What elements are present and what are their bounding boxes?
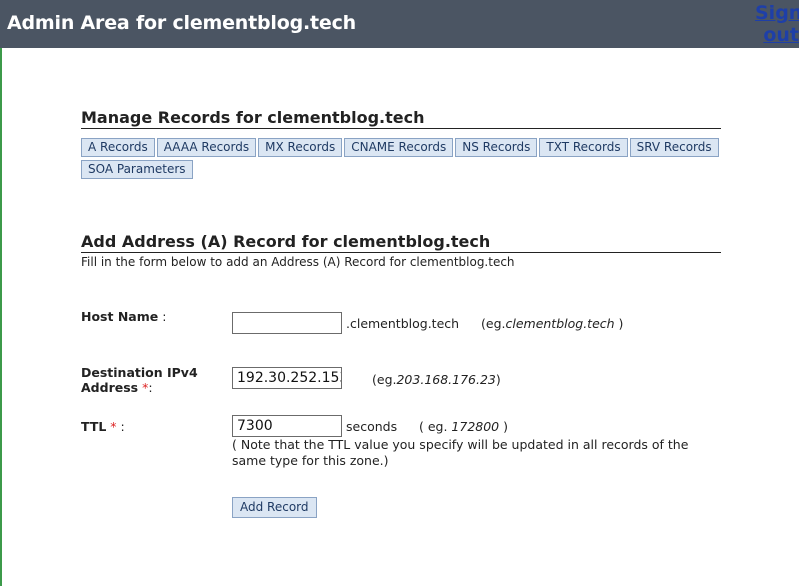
destination-label-line-1: Destination IPv4 (81, 365, 198, 380)
host-name-label-text: Host Name (81, 309, 159, 324)
host-name-label: Host Name : (81, 309, 166, 324)
ns-records-button[interactable]: NS Records (455, 138, 538, 157)
aaaa-records-button[interactable]: AAAA Records (156, 138, 257, 157)
destination-label: Destination IPv4 Address *: (81, 365, 198, 395)
ttl-eg-prefix: ( eg. (419, 419, 452, 434)
add-record-title: Add Address (A) Record for clementblog.t… (81, 232, 721, 253)
host-name-example: (eg.clementblog.tech ) (481, 316, 623, 331)
ttl-eg-suffix: ) (499, 419, 508, 434)
ttl-eg-value: 172800 (451, 419, 500, 434)
admin-header: Admin Area for clementblog.tech Sign out (0, 0, 799, 48)
ttl-colon: : (116, 419, 125, 434)
destination-eg-value: 203.168.176.23 (396, 372, 496, 387)
srv-records-button[interactable]: SRV Records (629, 138, 719, 157)
manage-records-title: Manage Records for clementblog.tech (81, 108, 721, 129)
host-name-domain-suffix: .clementblog.tech (346, 316, 460, 331)
destination-required-mark: * (138, 380, 149, 395)
cname-records-button[interactable]: CNAME Records (344, 138, 454, 157)
txt-records-button[interactable]: TXT Records (539, 138, 628, 157)
destination-ip-input[interactable]: 192.30.252.153 (232, 367, 342, 389)
host-name-input[interactable] (232, 312, 342, 334)
header-title: Admin Area for clementblog.tech (7, 12, 356, 34)
destination-colon: : (148, 380, 153, 395)
destination-eg-prefix: (eg. (372, 372, 397, 387)
ttl-label-text: TTL (81, 419, 107, 434)
destination-label-line-2: Address (81, 380, 139, 395)
ttl-label: TTL * : (81, 419, 125, 434)
ttl-note: ( Note that the TTL value you specify wi… (232, 437, 689, 468)
ttl-unit: seconds (346, 419, 398, 434)
host-name-colon: : (158, 309, 167, 324)
mx-records-button[interactable]: MX Records (258, 138, 343, 157)
a-records-button[interactable]: A Records (81, 138, 155, 157)
ttl-example: ( eg. 172800 ) (419, 419, 508, 434)
sign-out-line-2[interactable]: out (763, 24, 799, 46)
ttl-required-mark: * (106, 419, 117, 434)
host-name-eg-suffix: ) (614, 316, 624, 331)
destination-example: (eg.203.168.176.23) (372, 372, 501, 387)
page-left-border (0, 48, 2, 586)
destination-eg-suffix: ) (495, 372, 501, 387)
sign-out-line-1[interactable]: Sign (755, 2, 799, 24)
add-record-button[interactable]: Add Record (232, 497, 317, 518)
host-name-eg-value: clementblog.tech (505, 316, 615, 331)
add-record-description: Fill in the form below to add an Address… (81, 255, 515, 269)
ttl-input[interactable]: 7300 (232, 415, 342, 437)
soa-parameters-button[interactable]: SOA Parameters (81, 160, 193, 179)
sign-out-link[interactable]: Sign out (755, 2, 799, 46)
record-type-buttons: A Records AAAA Records MX Records CNAME Rec… (81, 138, 721, 182)
host-name-eg-prefix: (eg. (481, 316, 506, 331)
